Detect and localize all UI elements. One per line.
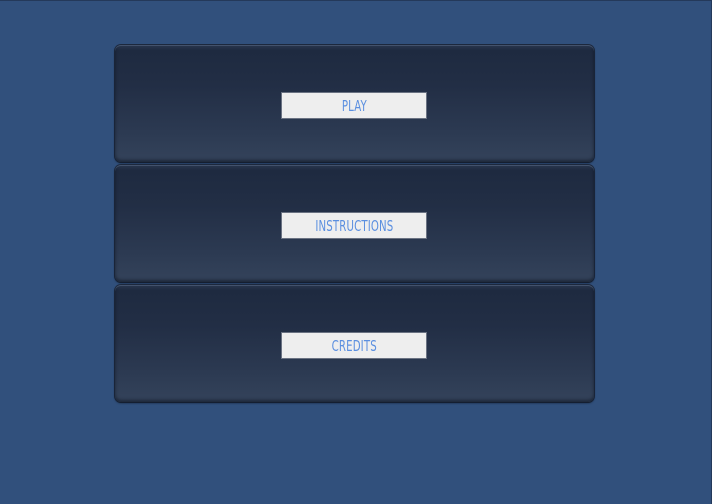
instructions-panel: INSTRUCTIONS [115,165,594,282]
play-button[interactable]: PLAY [281,92,427,119]
credits-button[interactable]: CREDITS [281,332,427,359]
instructions-button-label: INSTRUCTIONS [314,217,394,235]
credits-button-label: CREDITS [331,337,377,355]
main-menu: PLAY INSTRUCTIONS CREDITS [115,45,594,405]
instructions-button[interactable]: INSTRUCTIONS [281,212,427,239]
play-button-label: PLAY [341,97,367,115]
credits-panel: CREDITS [115,285,594,402]
play-panel: PLAY [115,45,594,162]
